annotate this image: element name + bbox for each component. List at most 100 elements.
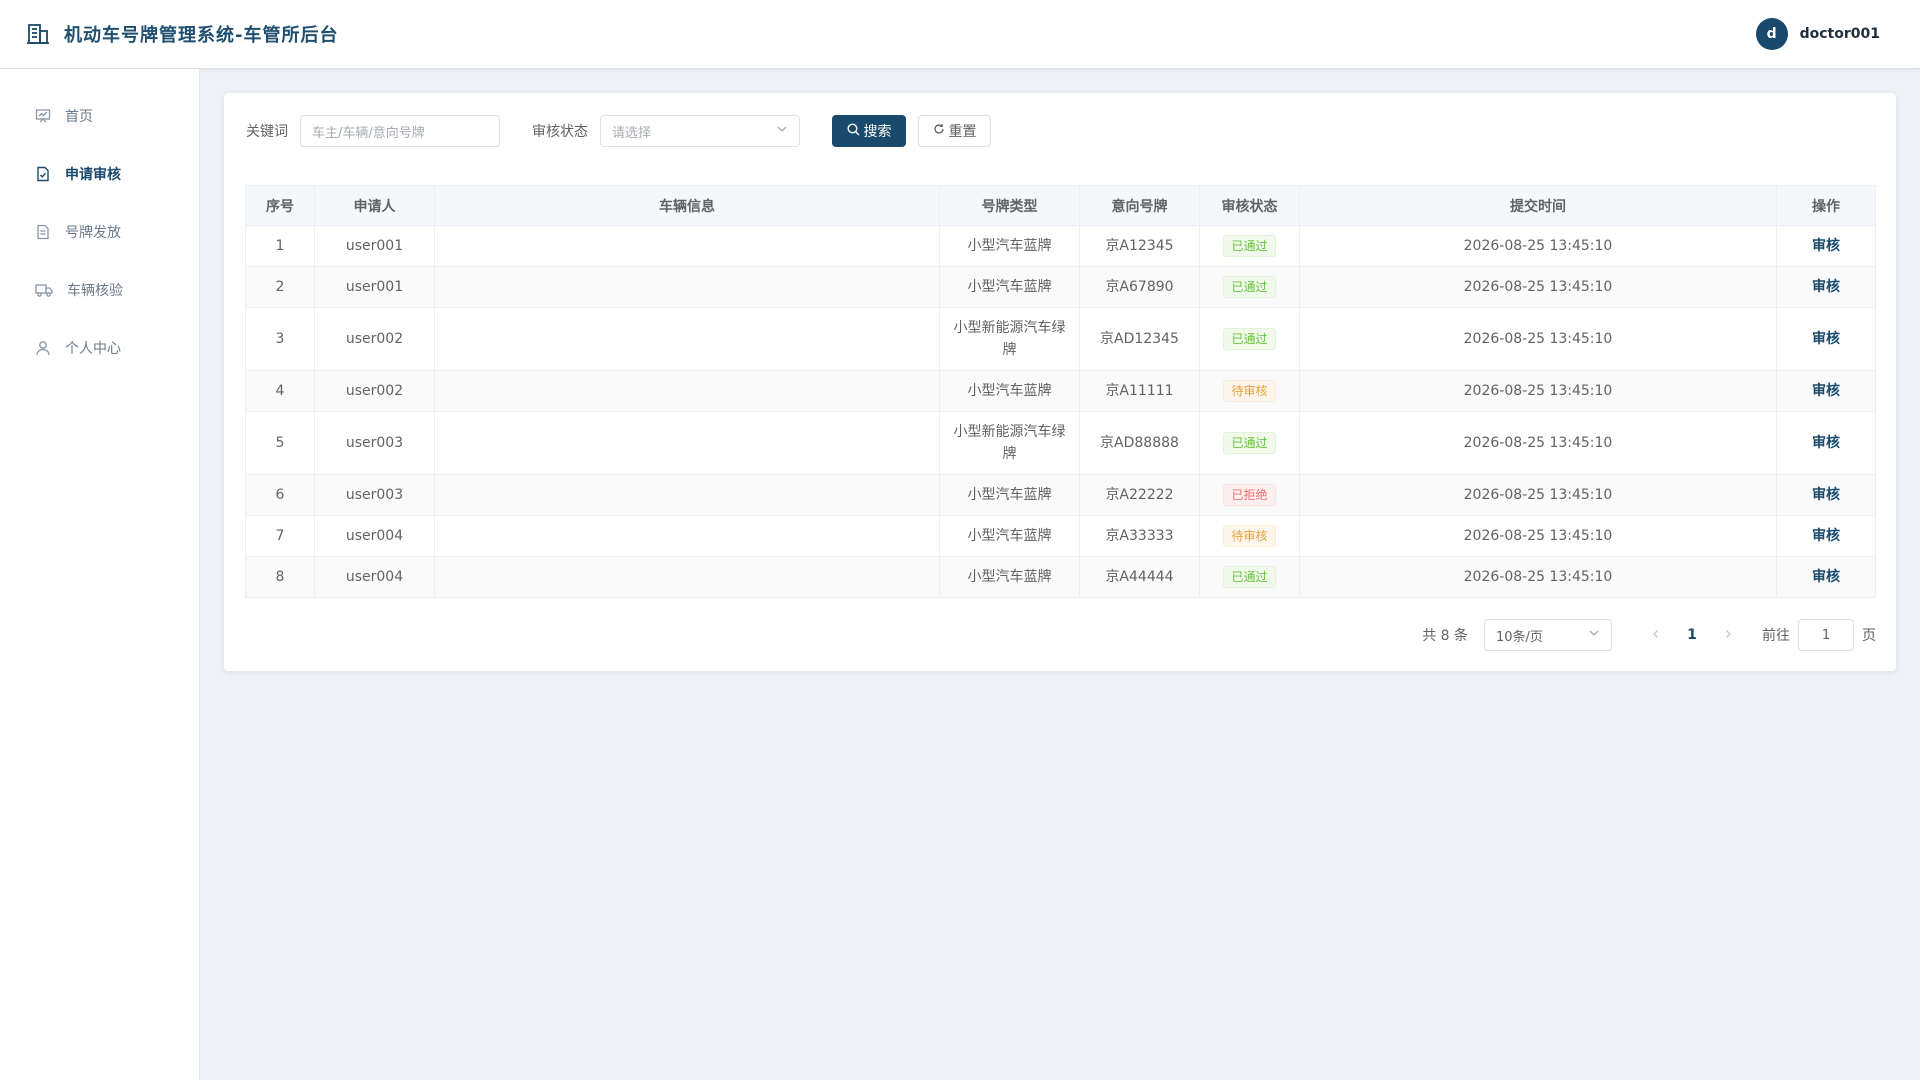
cell-action: 审核 — [1776, 556, 1876, 598]
search-button[interactable]: 搜索 — [832, 115, 906, 147]
status-select[interactable]: 请选择 — [600, 115, 800, 147]
cell-plate-type: 小型新能源汽车绿牌 — [939, 307, 1080, 371]
username[interactable]: doctor001 — [1800, 26, 1880, 42]
cell-intended-plate: 京A22222 — [1079, 474, 1200, 516]
cell-plate-type: 小型汽车蓝牌 — [939, 515, 1080, 557]
sidebar-item-plate-issue[interactable]: 号牌发放 — [0, 203, 199, 261]
cell-index: 1 — [245, 225, 315, 267]
table-header-row: 序号 申请人 车辆信息 号牌类型 意向号牌 审核状态 提交时间 操作 — [245, 185, 1876, 226]
status-placeholder: 请选择 — [612, 125, 652, 141]
review-link[interactable]: 审核 — [1812, 435, 1840, 451]
sidebar: 首页 申请审核 号牌发放 车辆核验 个人中心 — [0, 69, 200, 1080]
sidebar-item-profile[interactable]: 个人中心 — [0, 319, 199, 377]
search-button-label: 搜索 — [863, 124, 892, 140]
chevron-left-icon — [1653, 630, 1658, 638]
cell-action: 审核 — [1776, 266, 1876, 308]
top-header: 机动车号牌管理系统-车管所后台 d doctor001 — [0, 0, 1920, 69]
cell-status: 已通过 — [1199, 411, 1300, 475]
cell-plate-type: 小型新能源汽车绿牌 — [939, 411, 1080, 475]
cell-action: 审核 — [1776, 370, 1876, 412]
main-card: 关键词 车主/车辆/意向号牌 审核状态 请选择 搜索 重置 序号 申请人 车辆信… — [224, 93, 1896, 671]
review-link[interactable]: 审核 — [1812, 383, 1840, 399]
column-header: 审核状态 — [1199, 185, 1300, 226]
truck-icon — [35, 282, 53, 298]
cell-status: 已通过 — [1199, 556, 1300, 598]
status-badge: 已通过 — [1223, 235, 1276, 257]
document-check-icon — [35, 166, 51, 182]
cell-vehicle-info — [434, 266, 940, 308]
cell-applicant: user003 — [314, 411, 435, 475]
cell-status: 待审核 — [1199, 370, 1300, 412]
status-badge: 待审核 — [1223, 525, 1276, 547]
review-link[interactable]: 审核 — [1812, 487, 1840, 503]
cell-status: 已通过 — [1199, 266, 1300, 308]
cell-vehicle-info — [434, 411, 940, 475]
sidebar-item-review[interactable]: 申请审核 — [0, 145, 199, 203]
table-row: 7 user004 小型汽车蓝牌 京A33333 待审核 2026-08-25 13:45… — [245, 515, 1876, 557]
chevron-down-icon — [1588, 627, 1600, 643]
cell-status: 已通过 — [1199, 307, 1300, 371]
cell-intended-plate: 京AD12345 — [1079, 307, 1200, 371]
review-link[interactable]: 审核 — [1812, 279, 1840, 295]
cell-submit-time: 2026-08-25 13:45:10 — [1299, 225, 1777, 267]
cell-plate-type: 小型汽车蓝牌 — [939, 225, 1080, 267]
sidebar-item-home[interactable]: 首页 — [0, 87, 199, 145]
status-badge: 已通过 — [1223, 432, 1276, 454]
table-row: 3 user002 小型新能源汽车绿牌 京AD12345 已通过 2026-08-25 1… — [245, 307, 1876, 371]
reset-button-label: 重置 — [948, 124, 977, 140]
cell-applicant: user002 — [314, 307, 435, 371]
cell-applicant: user004 — [314, 515, 435, 557]
pagination: 共 8 条 10条/页 1 前往 1 页 — [1422, 619, 1876, 651]
review-link[interactable]: 审核 — [1812, 569, 1840, 585]
cell-index: 7 — [245, 515, 315, 557]
next-page-button[interactable] — [1712, 627, 1744, 643]
cell-plate-type: 小型汽车蓝牌 — [939, 266, 1080, 308]
cell-index: 4 — [245, 370, 315, 412]
review-link[interactable]: 审核 — [1812, 528, 1840, 544]
cell-index: 2 — [245, 266, 315, 308]
page-size-select[interactable]: 10条/页 — [1484, 619, 1612, 651]
sidebar-item-label: 首页 — [65, 109, 93, 125]
column-header: 车辆信息 — [434, 185, 940, 226]
keyword-label: 关键词 — [246, 124, 288, 140]
user-menu[interactable]: d doctor001 — [1755, 18, 1880, 50]
reset-button[interactable]: 重置 — [918, 115, 991, 147]
page-number-current[interactable]: 1 — [1680, 627, 1704, 643]
column-header: 序号 — [245, 185, 315, 226]
cell-plate-type: 小型汽车蓝牌 — [939, 474, 1080, 516]
status-badge: 已通过 — [1223, 328, 1276, 350]
cell-vehicle-info — [434, 556, 940, 598]
table-row: 4 user002 小型汽车蓝牌 京A11111 待审核 2026-08-25 13:45… — [245, 370, 1876, 412]
cell-intended-plate: 京A33333 — [1079, 515, 1200, 557]
status-badge: 已通过 — [1223, 566, 1276, 588]
cell-intended-plate: 京AD88888 — [1079, 411, 1200, 475]
cell-action: 审核 — [1776, 474, 1876, 516]
sidebar-item-label: 车辆核验 — [67, 283, 123, 299]
review-link[interactable]: 审核 — [1812, 238, 1840, 254]
prev-page-button[interactable] — [1640, 627, 1672, 643]
cell-action: 审核 — [1776, 515, 1876, 557]
review-link[interactable]: 审核 — [1812, 331, 1840, 347]
cell-status: 已通过 — [1199, 225, 1300, 267]
app-title: 机动车号牌管理系统-车管所后台 — [64, 25, 339, 46]
refresh-icon — [933, 123, 945, 139]
cell-applicant: user003 — [314, 474, 435, 516]
cell-vehicle-info — [434, 307, 940, 371]
document-icon — [35, 224, 51, 240]
column-header: 号牌类型 — [939, 185, 1080, 226]
cell-applicant: user001 — [314, 266, 435, 308]
avatar[interactable]: d — [1755, 18, 1788, 50]
page-suffix: 页 — [1862, 628, 1876, 644]
goto-page-input[interactable]: 1 — [1798, 619, 1854, 651]
table-row: 5 user003 小型新能源汽车绿牌 京AD88888 已通过 2026-08-25 1… — [245, 411, 1876, 475]
goto-label: 前往 — [1762, 628, 1790, 644]
sidebar-item-label: 个人中心 — [65, 341, 121, 357]
chevron-down-icon — [776, 123, 788, 139]
cell-index: 8 — [245, 556, 315, 598]
sidebar-item-vehicle-check[interactable]: 车辆核验 — [0, 261, 199, 319]
keyword-input[interactable]: 车主/车辆/意向号牌 — [300, 115, 500, 147]
application-table: 序号 申请人 车辆信息 号牌类型 意向号牌 审核状态 提交时间 操作 1 user… — [245, 185, 1876, 598]
cell-action: 审核 — [1776, 225, 1876, 267]
cell-submit-time: 2026-08-25 13:45:10 — [1299, 411, 1777, 475]
cell-intended-plate: 京A12345 — [1079, 225, 1200, 267]
